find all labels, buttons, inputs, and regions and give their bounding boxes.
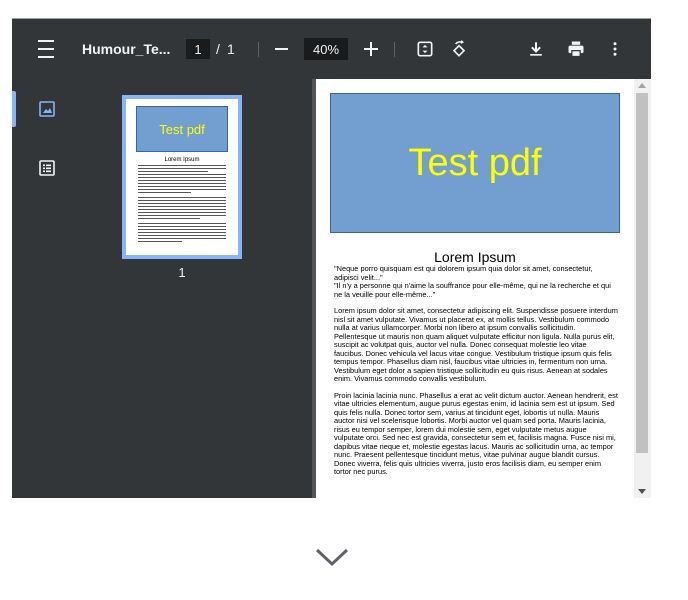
download-icon <box>530 42 542 56</box>
thumbnail-banner: Test pdf <box>136 106 228 152</box>
vertical-scrollbar[interactable] <box>634 79 651 498</box>
document-body: "Neque porro quisquam est qui dolorem ip… <box>334 264 618 485</box>
chevron-down-icon[interactable] <box>314 546 350 568</box>
fit-page-icon <box>417 41 433 57</box>
zoom-in-button[interactable] <box>362 19 380 79</box>
scroll-up-arrow[interactable] <box>638 83 646 88</box>
print-button[interactable] <box>565 19 587 79</box>
sidebar: Test pdf Lorem Ipsum 1 <box>12 79 312 498</box>
page-thumbnail[interactable]: Test pdf Lorem Ipsum <box>122 95 242 259</box>
zoom-in-icon <box>364 42 378 56</box>
document-area[interactable]: Test pdf Lorem Ipsum "Neque porro quisqu… <box>312 79 651 498</box>
banner-text: Test pdf <box>408 141 542 184</box>
document-banner: Test pdf <box>330 93 620 233</box>
fit-page-button[interactable] <box>414 19 436 79</box>
scroll-thumb[interactable] <box>636 93 648 453</box>
more-vert-icon <box>613 42 617 56</box>
page-separator: / <box>216 41 220 57</box>
menu-button[interactable] <box>34 19 58 79</box>
toolbar-divider <box>258 42 259 57</box>
pdf-page: Test pdf Lorem Ipsum "Neque porro quisqu… <box>316 79 634 498</box>
menu-icon <box>38 37 54 61</box>
document-paragraph: "Neque porro quisquam est qui dolorem ip… <box>334 264 611 299</box>
outline-view-icon <box>39 160 55 176</box>
pdf-viewer: Humour_Te... / 1 <box>12 18 651 498</box>
thumbnail-page-number: 1 <box>178 265 186 280</box>
print-icon <box>568 41 584 58</box>
rotate-icon <box>452 39 466 57</box>
thumbnail-heading: Lorem Ipsum <box>164 157 200 163</box>
outline-view-tab[interactable] <box>38 159 56 177</box>
page-total: 1 <box>227 41 235 57</box>
scroll-down-arrow[interactable] <box>638 489 646 494</box>
document-paragraph: Proin lacinia lacinia nunc. Phasellus a … <box>334 390 618 476</box>
thumbnail-view-icon <box>39 101 55 117</box>
thumbnail-text-lines <box>138 165 226 244</box>
toolbar: Humour_Te... / 1 <box>12 19 651 79</box>
rotate-button[interactable] <box>448 19 470 79</box>
document-heading: Lorem Ipsum <box>434 249 516 265</box>
zoom-out-button[interactable] <box>272 19 290 79</box>
toolbar-divider <box>394 42 395 57</box>
thumbnail-page: Test pdf Lorem Ipsum <box>126 99 238 255</box>
active-tab-indicator <box>12 91 16 127</box>
document-title: Humour_Te... <box>82 41 171 57</box>
document-paragraph: Lorem ipsum dolor sit amet, consectetur … <box>334 306 618 383</box>
thumbnail-view-tab[interactable] <box>38 100 56 118</box>
page-number-input[interactable] <box>186 39 210 59</box>
zoom-out-icon <box>274 48 288 50</box>
download-button[interactable] <box>525 19 547 79</box>
zoom-level-input[interactable] <box>304 38 348 60</box>
more-options-button[interactable] <box>606 19 624 79</box>
